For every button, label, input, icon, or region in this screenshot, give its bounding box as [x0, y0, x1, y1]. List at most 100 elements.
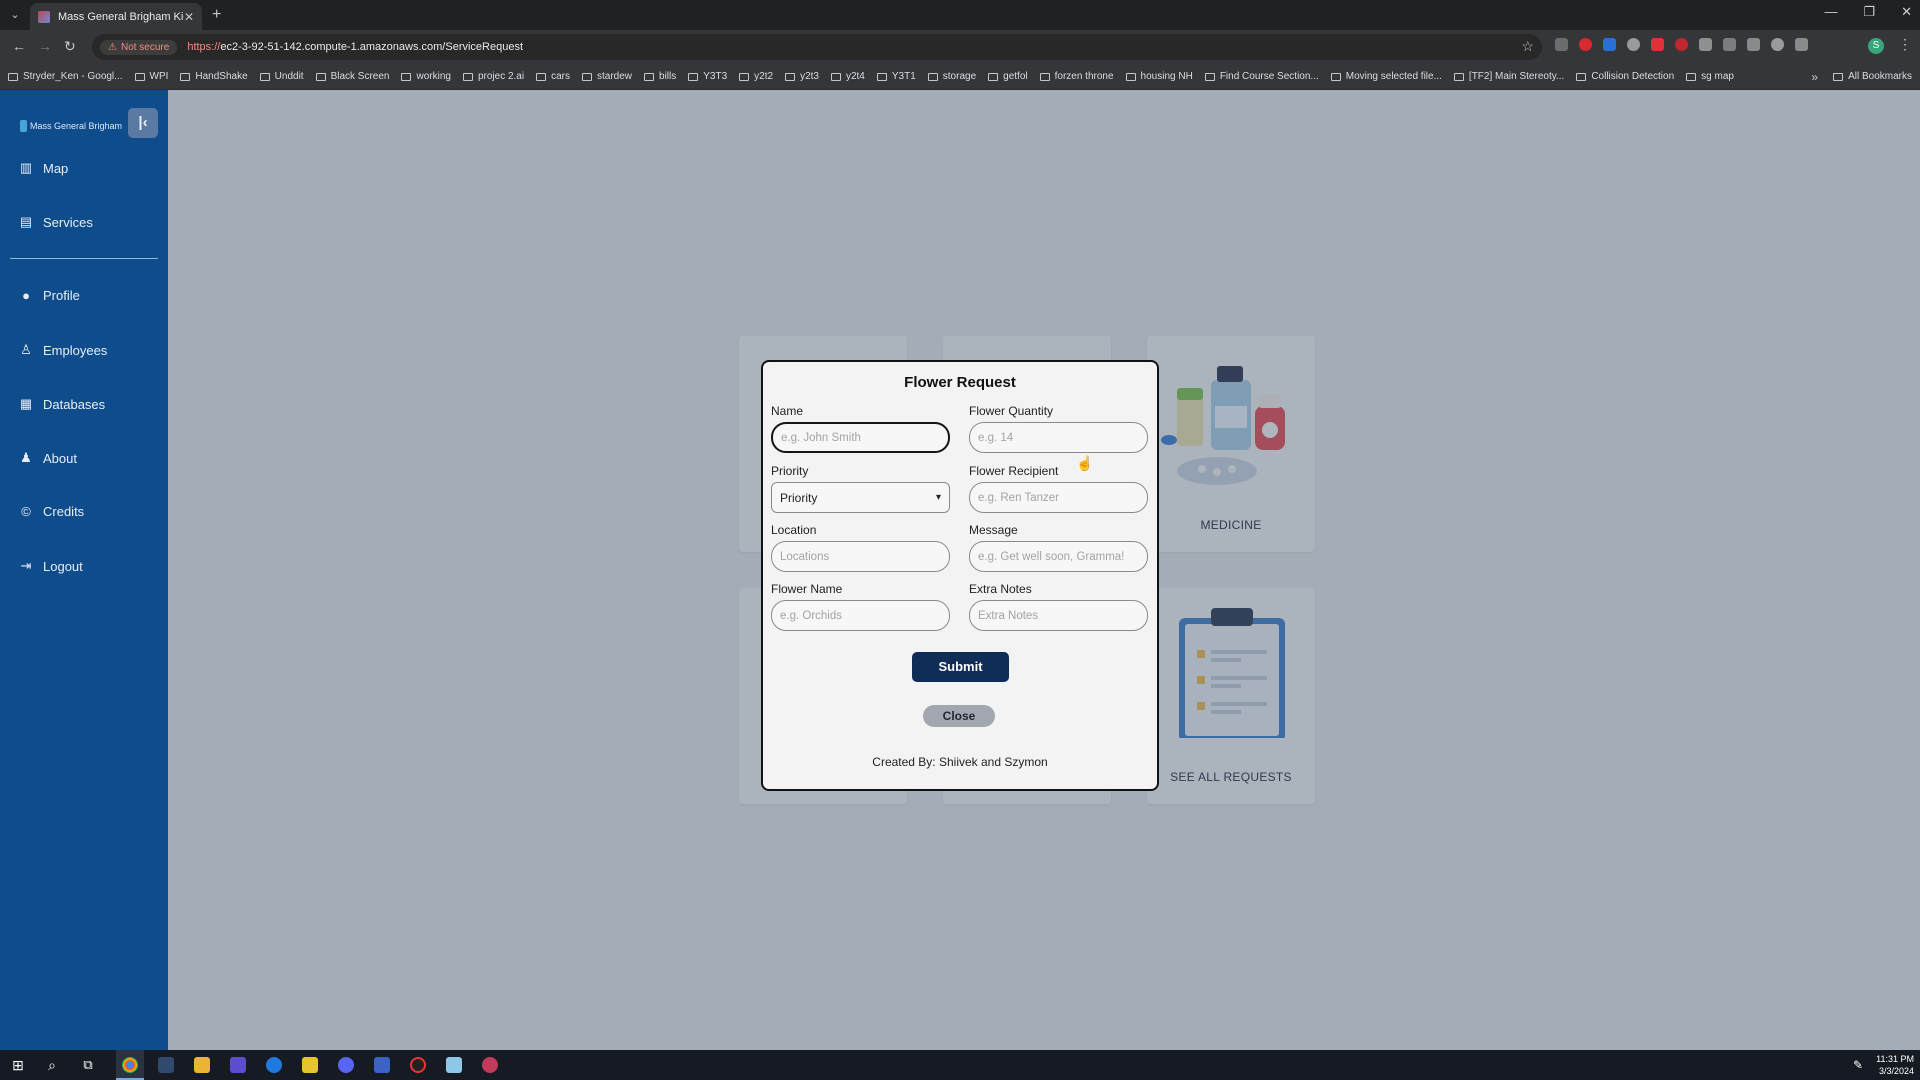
bookmark-item[interactable]: working [401, 71, 451, 82]
google-icon[interactable] [1771, 38, 1784, 51]
bookmark-item[interactable]: Moving selected file... [1330, 71, 1442, 82]
sidebar-item-map[interactable]: ▥ Map [18, 160, 68, 176]
forward-icon[interactable]: → [38, 38, 52, 54]
folder-icon [785, 72, 796, 81]
folder-icon [582, 72, 592, 81]
windows-start-icon[interactable]: ⊞ [10, 1057, 26, 1073]
sidebar-item-employees[interactable]: ♙ Employees [18, 342, 107, 358]
profile-avatar-icon[interactable]: S [1868, 38, 1884, 54]
pen-tray-icon[interactable]: ✎ [1853, 1058, 1863, 1072]
bookmark-item[interactable]: Y3T1 [876, 71, 916, 82]
sidebar-item-databases[interactable]: ▦ Databases [18, 396, 105, 412]
tab-close-icon[interactable]: ✕ [184, 10, 194, 24]
task-view-icon[interactable]: ⧉ [80, 1057, 96, 1073]
bookmark-item[interactable]: projec 2.ai [462, 71, 524, 82]
bookmark-item[interactable]: Unddit [259, 71, 304, 82]
folder-icon [1686, 72, 1697, 81]
sidebar-item-services[interactable]: ▤ Services [18, 214, 93, 230]
browser-tab-bar: ⌄ Mass General Brigham Kiosk ✕ + — ❐ ✕ [0, 0, 1920, 30]
discord-icon[interactable] [338, 1057, 354, 1073]
bookmark-item[interactable]: HandShake [180, 71, 248, 82]
system-clock[interactable]: 11:31 PM 3/3/2024 [1876, 1053, 1914, 1077]
bookmark-item[interactable]: y2t2 [739, 71, 773, 82]
name-input[interactable] [771, 422, 950, 453]
folder-icon [1833, 72, 1844, 81]
bookmark-item[interactable]: y2t3 [785, 71, 819, 82]
bookmark-item[interactable]: forzen throne [1039, 71, 1114, 82]
app-icon[interactable] [266, 1057, 282, 1073]
sidebar-item-profile[interactable]: ● Profile [18, 288, 80, 303]
bookmark-item[interactable]: y2t4 [830, 71, 865, 82]
browser-menu-icon[interactable]: ⋮ [1898, 36, 1912, 53]
brand-logo[interactable]: Mass General Brigham [20, 120, 122, 132]
priority-select[interactable]: Priority ▾ [771, 482, 950, 513]
app-icon[interactable] [230, 1057, 246, 1073]
bookmark-label: WPI [149, 71, 169, 82]
side-panel-icon[interactable] [1795, 38, 1808, 51]
back-icon[interactable]: ← [12, 38, 26, 54]
extension-icon[interactable] [1579, 38, 1592, 51]
extension-icon[interactable] [1555, 38, 1568, 51]
extra-notes-input[interactable] [969, 600, 1148, 631]
download-icon[interactable] [1747, 38, 1760, 51]
app-icon[interactable] [374, 1057, 390, 1073]
bookmark-item[interactable]: cars [536, 71, 570, 82]
bookmark-star-icon[interactable]: ☆ [1521, 38, 1534, 55]
file-explorer-icon[interactable] [194, 1057, 210, 1073]
bookmark-item[interactable]: stardew [582, 71, 632, 82]
message-input[interactable] [969, 541, 1148, 572]
bookmark-item[interactable]: bills [644, 71, 676, 82]
extension-icon[interactable] [1651, 38, 1664, 51]
submit-button[interactable]: Submit [912, 652, 1009, 682]
bookmark-item[interactable]: Stryder_Ken - Googl... [8, 71, 123, 82]
bookmark-item[interactable]: storage [927, 71, 976, 82]
sidebar-item-label: Credits [43, 504, 85, 519]
bookmark-item[interactable]: Find Course Section... [1204, 71, 1319, 82]
minimize-icon[interactable]: — [1824, 4, 1837, 20]
flower-recipient-input[interactable] [969, 482, 1148, 513]
restore-icon[interactable]: ❐ [1863, 4, 1875, 20]
sidebar-item-credits[interactable]: © Credits [18, 504, 84, 519]
browser-tab[interactable]: Mass General Brigham Kiosk ✕ [30, 3, 202, 30]
new-tab-icon[interactable]: + [212, 6, 221, 24]
app-icon[interactable] [410, 1057, 426, 1073]
sidebar-item-label: Profile [43, 288, 80, 303]
window-controls: — ❐ ✕ [1824, 4, 1912, 20]
bookmark-item[interactable]: Collision Detection [1576, 71, 1674, 82]
all-bookmarks-button[interactable]: All Bookmarks [1833, 71, 1912, 82]
folder-icon [536, 72, 547, 81]
sidebar-item-label: Employees [43, 342, 108, 358]
security-chip[interactable]: ⚠ Not secure [100, 39, 178, 55]
extension-icon[interactable] [1603, 38, 1616, 51]
app-icon[interactable] [302, 1057, 318, 1073]
tab-search-icon[interactable]: ⌄ [6, 6, 24, 24]
reload-icon[interactable]: ↻ [64, 38, 76, 54]
sidebar-item-logout[interactable]: ⇥ Logout [18, 558, 83, 574]
media-icon[interactable] [1723, 38, 1736, 51]
app-icon[interactable] [446, 1057, 462, 1073]
extension-icon[interactable] [1675, 38, 1688, 51]
search-icon[interactable]: ⌕ [44, 1057, 60, 1073]
bookmark-item[interactable]: WPI [134, 71, 169, 82]
sidebar-item-about[interactable]: ♟ About [18, 450, 77, 466]
extensions-puzzle-icon[interactable] [1699, 38, 1712, 51]
location-input[interactable] [771, 541, 950, 572]
close-window-icon[interactable]: ✕ [1901, 4, 1912, 20]
bookmark-item[interactable]: housing NH [1125, 71, 1193, 82]
bookmark-item[interactable]: Y3T3 [688, 71, 727, 82]
collapse-sidebar-button[interactable]: |‹ [128, 108, 158, 138]
address-bar[interactable]: ⚠ Not secure https:// ec2-3-92-51-142.co… [92, 34, 1542, 60]
bookmark-item[interactable]: [TF2] Main Stereoty... [1453, 71, 1564, 82]
steam-icon[interactable] [158, 1057, 174, 1073]
chrome-icon[interactable] [122, 1057, 138, 1073]
bookmark-item[interactable]: Black Screen [315, 71, 389, 82]
flower-quantity-input[interactable] [969, 422, 1148, 453]
app-icon[interactable] [482, 1057, 498, 1073]
flower-name-input[interactable] [771, 600, 950, 631]
extension-icon[interactable] [1627, 38, 1640, 51]
name-label: Name [771, 404, 804, 418]
bookmarks-overflow-icon[interactable]: » [1811, 70, 1818, 84]
close-button[interactable]: Close [923, 705, 995, 727]
bookmark-item[interactable]: sg map [1686, 71, 1734, 82]
bookmark-item[interactable]: getfol [988, 71, 1028, 82]
